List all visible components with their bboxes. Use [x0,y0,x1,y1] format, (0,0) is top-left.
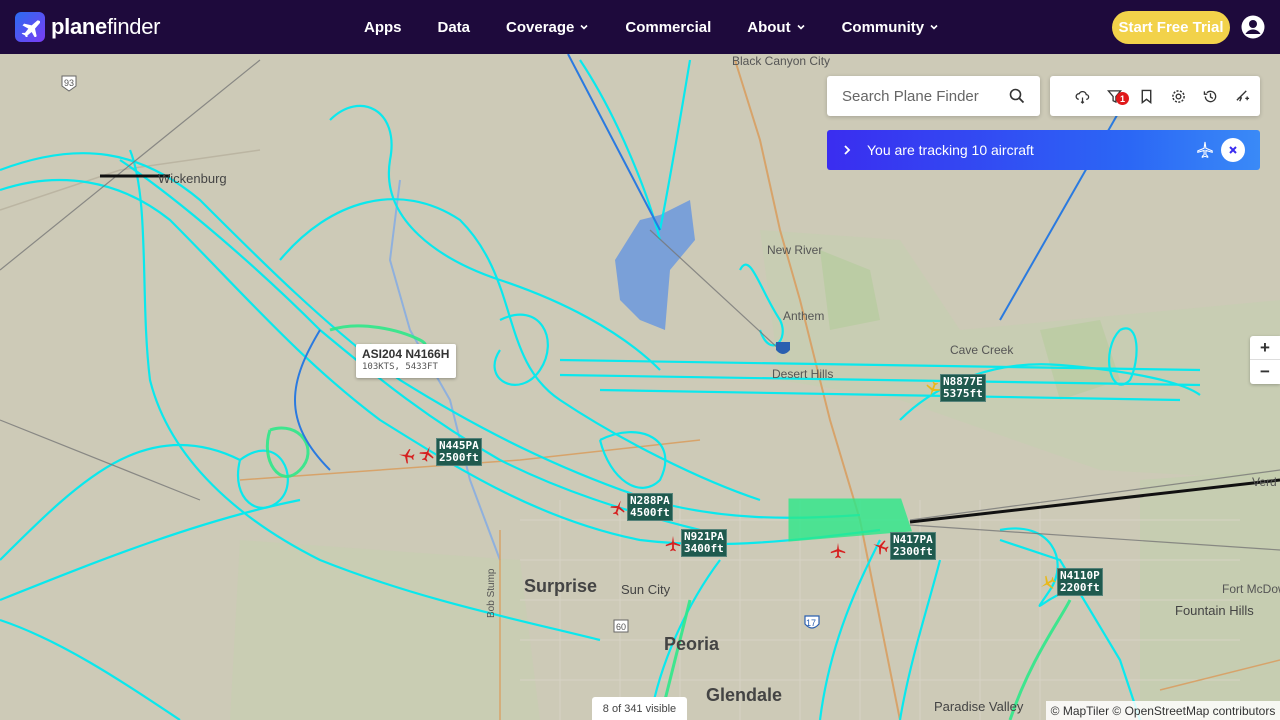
filter-badge: 1 [1116,92,1129,105]
selected-aircraft-popup[interactable]: ASI204 N4166H 103KTS, 5433FT [356,344,456,378]
planefinder-logo[interactable]: planefinder [15,12,161,42]
nav-data[interactable]: Data [438,19,471,36]
aircraft-icon [1197,141,1213,158]
place-sun-city: Sun City [621,582,671,597]
nav-coverage[interactable]: Coverage [506,19,589,36]
history-icon [1203,90,1216,102]
settings-icon [1171,89,1185,103]
map-attribution[interactable]: © MapTiler © OpenStreetMap contributors [1046,701,1280,720]
nav-community-label: Community [841,18,925,36]
settings-button[interactable] [1162,76,1194,116]
main-nav: Apps Data Coverage Commercial About Comm… [364,0,975,54]
zoom-in-button[interactable]: + [1250,336,1280,360]
chevron-down-icon [930,24,938,30]
aircraft-marker-red[interactable] [829,542,847,560]
aircraft-marker-n288pa[interactable] [609,499,627,517]
map-toolbar: 1 [1050,76,1260,116]
selected-aircraft-title: ASI204 N4166H [362,347,450,361]
aircraft-tag-n445pa[interactable]: N445PA 2500ft [436,438,482,466]
place-glendale: Glendale [706,685,783,705]
weather-icon [1075,90,1089,104]
tracking-bar[interactable]: You are tracking 10 aircraft [827,130,1260,170]
aircraft-tag-n8877e[interactable]: N8877E 5375ft [940,374,986,402]
nav-apps-label: Apps [364,18,402,36]
place-fountain-hills: Fountain Hills [1175,603,1254,618]
nav-community[interactable]: Community [842,19,940,36]
place-fort-mcdowell: Fort McDow [1222,582,1280,596]
place-new-river: New River [767,243,823,257]
bookmark-button[interactable] [1130,76,1162,116]
place-anthem: Anthem [783,309,825,323]
chevron-down-icon [580,24,588,30]
search-input[interactable] [842,87,1002,105]
close-icon [1229,146,1237,154]
highway-17-label: 17 [806,618,817,628]
place-surprise: Surprise [524,576,598,596]
chevron-right-icon[interactable] [842,144,852,156]
nav-commercial[interactable]: Commercial [625,19,711,36]
bookmark-icon [1141,89,1151,104]
aircraft-alt: 2300ft [893,545,933,558]
aircraft-marker-selected[interactable] [398,447,416,465]
history-button[interactable] [1194,76,1226,116]
nav-about-label: About [747,18,791,36]
nav-commercial-label: Commercial [625,18,712,36]
nav-coverage-label: Coverage [506,18,575,36]
search-box [827,76,1040,116]
start-free-trial-button[interactable]: Start Free Trial [1112,11,1230,44]
road-bob-stump: Bob Stump [486,568,497,618]
highway-93-label: 93 [64,78,75,88]
account-icon[interactable] [1241,15,1265,39]
highway-60-label: 60 [616,622,627,632]
visible-count: 8 of 341 visible [592,697,687,720]
place-paradise-valley: Paradise Valley [934,699,1024,714]
close-tracking-button[interactable] [1221,138,1245,162]
aircraft-tag-n921pa[interactable]: N921PA 3400ft [681,529,727,557]
nav-about[interactable]: About [747,19,805,36]
weather-button[interactable] [1066,76,1098,116]
aircraft-alt: 4500ft [630,506,670,519]
brand-name-rest: finder [106,14,161,39]
place-peoria: Peoria [664,634,720,654]
brand-name-bold: plane [51,14,107,39]
aircraft-alt: 5375ft [943,387,983,400]
aircraft-tag-n288pa[interactable]: N288PA 4500ft [627,493,673,521]
selected-aircraft-detail: 103KTS, 5433FT [362,362,438,372]
nav-data-label: Data [437,18,471,36]
aircraft-alt: 3400ft [684,542,724,555]
search-icon[interactable] [1009,88,1025,104]
place-wickenburg: Wickenburg [158,171,227,186]
aircraft-tag-n4110p[interactable]: N4110P 2200ft [1057,568,1103,596]
tracking-text: You are tracking 10 aircraft [867,142,1034,158]
aircraft-alt: 2200ft [1060,581,1100,594]
aircraft-alt: 2500ft [439,451,479,464]
place-desert-hills: Desert Hills [772,367,834,381]
zoom-control: + − [1250,336,1280,384]
place-black-canyon-city: Black Canyon City [732,54,831,68]
airport-button[interactable] [1226,76,1258,116]
aircraft-tag-n417pa[interactable]: N417PA 2300ft [890,532,936,560]
place-cave-creek: Cave Creek [950,343,1014,357]
airport-icon [1235,89,1249,101]
chevron-down-icon [797,24,805,30]
place-verde: Verd [1252,475,1277,489]
filter-button[interactable]: 1 [1098,76,1130,116]
zoom-out-button[interactable]: − [1250,360,1280,384]
aircraft-marker-n417pa[interactable] [872,538,890,556]
top-navbar: planefinder Apps Data Coverage Commercia… [0,0,1280,54]
aircraft-marker-n921pa[interactable] [664,535,682,553]
aircraft-marker-n445pa[interactable] [418,445,436,463]
aircraft-marker-n4110p[interactable] [1039,574,1057,592]
logo-plane-icon [15,12,45,42]
nav-apps[interactable]: Apps [364,19,402,36]
